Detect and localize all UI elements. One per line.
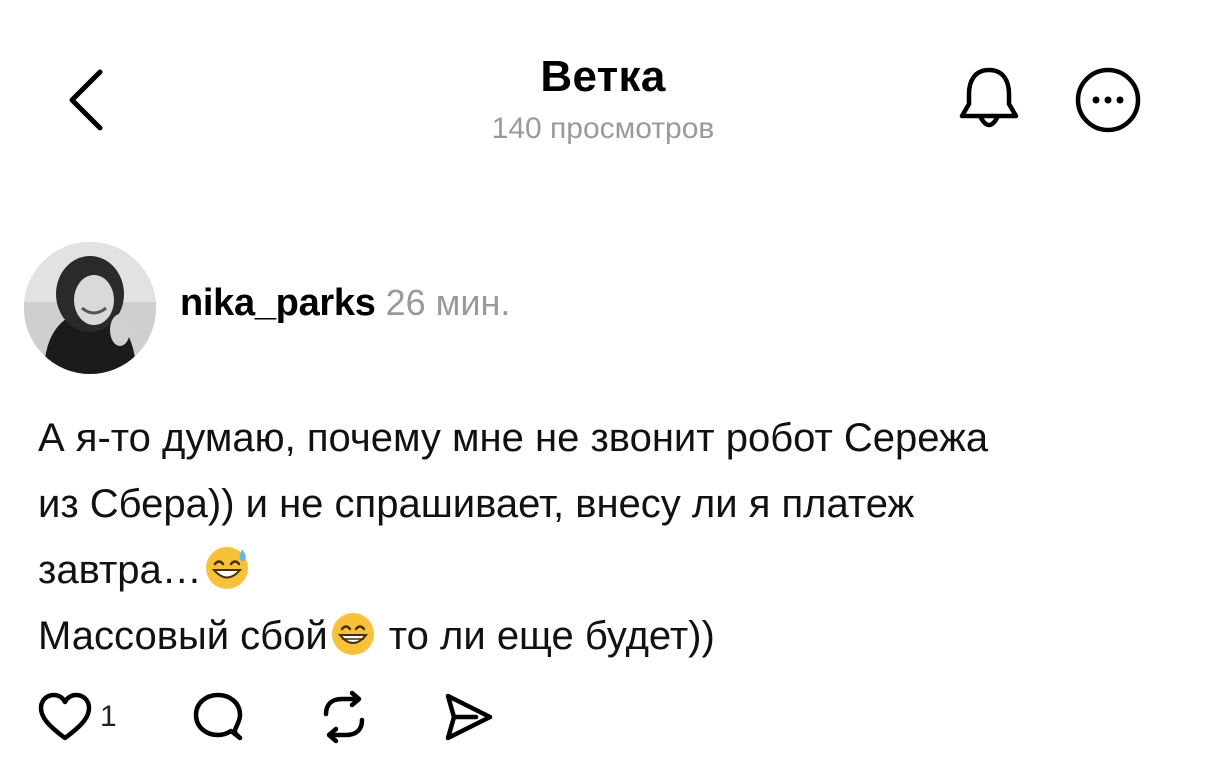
more-options-button[interactable] — [1070, 66, 1146, 134]
bell-icon — [959, 67, 1019, 128]
notifications-button[interactable] — [954, 62, 1024, 134]
like-count: 1 — [100, 700, 117, 733]
sweat-smile-emoji — [205, 547, 248, 589]
username[interactable]: nika_parks — [180, 282, 376, 324]
comment-button[interactable] — [190, 690, 246, 744]
more-circle-icon — [1075, 67, 1141, 133]
post-line-2: из Сбера)) и не спрашивает, внесу ли я п… — [38, 482, 915, 526]
repost-icon — [323, 690, 365, 744]
comment-icon — [193, 692, 243, 741]
post-line-3: завтра… — [38, 537, 1168, 603]
post-line-1: А я-то думаю, почему мне не звонит робот… — [38, 416, 989, 460]
share-button[interactable] — [440, 690, 496, 744]
post-line-3-text: завтра… — [38, 548, 202, 592]
repost-button[interactable] — [316, 690, 372, 744]
avatar-photo — [24, 242, 156, 374]
page-title: Ветка — [540, 52, 666, 101]
post-author-line: nika_parks 26 мин. — [180, 282, 510, 325]
post-body: А я-то думаю, почему мне не звонит робот… — [38, 405, 1168, 669]
avatar[interactable] — [24, 242, 156, 374]
like-button[interactable]: 1 — [36, 690, 136, 744]
send-icon — [445, 693, 493, 741]
views-count: 140 просмотров — [491, 112, 715, 145]
post-time: 26 мин. — [385, 282, 511, 323]
post-line-4-text: Массовый сбой — [38, 614, 328, 658]
heart-icon — [38, 692, 92, 741]
grin-emoji — [331, 613, 374, 655]
thread-screen: Ветка 140 просмотров nika_parks26 мин. — [0, 0, 1206, 780]
post-line-4-tail: то ли еще будет)) — [377, 614, 715, 658]
post-line-4: Массовый сбой то ли еще будет)) — [38, 603, 1168, 669]
